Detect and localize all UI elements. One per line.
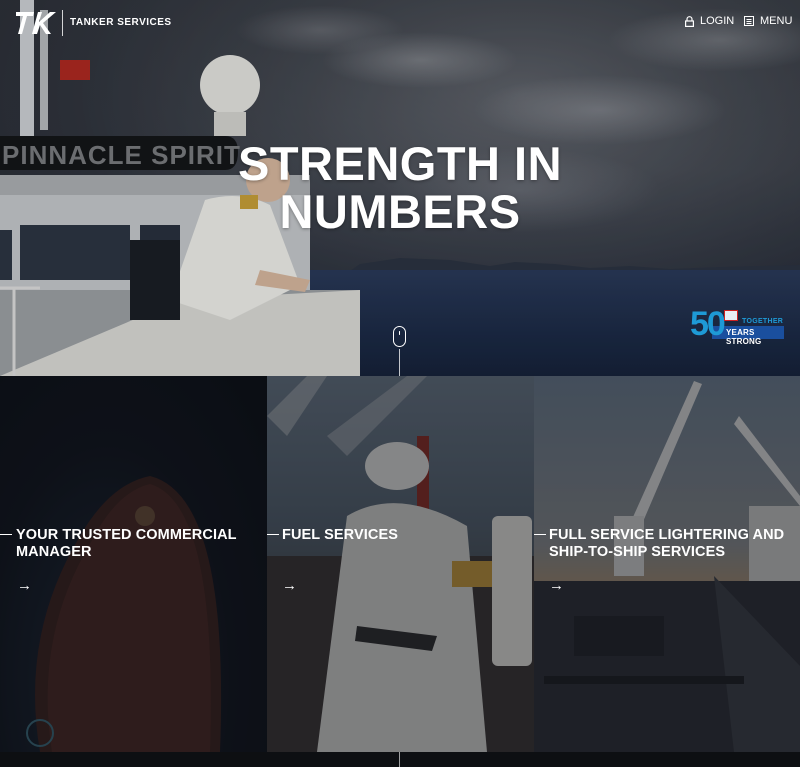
scroll-line [399, 349, 400, 376]
card-title: FULL SERVICE LIGHTERING AND SHIP-TO-SHIP… [549, 527, 785, 560]
menu-button[interactable]: MENU [744, 15, 792, 27]
hero-title-line-2: NUMBERS [279, 185, 521, 238]
site-header: TANKER SERVICES LOGIN MENU [0, 0, 800, 46]
badge-top-text: TOGETHER [742, 318, 784, 325]
hero-title-line-1: STRENGTH IN [237, 137, 563, 190]
lock-icon [685, 15, 694, 27]
login-label: LOGIN [700, 15, 735, 27]
login-link[interactable]: LOGIN [685, 15, 734, 27]
flag-icon [724, 310, 738, 321]
card-overlay [534, 376, 800, 752]
service-card-lightering[interactable]: FULL SERVICE LIGHTERING AND SHIP-TO-SHIP… [534, 376, 800, 752]
arrow-right-icon[interactable]: → [282, 578, 297, 593]
badge-bottom-text: YEARS STRONG [726, 328, 762, 346]
hero-title: STRENGTH IN NUMBERS [0, 140, 800, 236]
hero-section: PINNACLE SPIRIT STRENGTH IN NUMBERS 50 T… [0, 0, 800, 376]
fifty-years-badge: 50 TOGETHER YEARS STRONG [690, 305, 786, 346]
badge-number: 50 [690, 305, 726, 343]
service-card-commercial-manager[interactable]: YOUR TRUSTED COMMERCIAL MANAGER → [0, 376, 267, 752]
arrow-right-icon[interactable]: → [549, 578, 564, 593]
services-cards: YOUR TRUSTED COMMERCIAL MANAGER → FUEL S… [0, 376, 800, 752]
card-dash [534, 534, 546, 535]
card-overlay [0, 376, 267, 752]
mouse-scroll-icon[interactable] [393, 326, 406, 347]
menu-icon [744, 16, 754, 26]
bottom-divider-line [399, 752, 400, 767]
tk-logo[interactable] [16, 10, 56, 36]
service-card-fuel-services[interactable]: FUEL SERVICES → [267, 376, 534, 752]
menu-label: MENU [760, 15, 793, 27]
bottom-strip [0, 752, 800, 767]
brand-name[interactable]: TANKER SERVICES [70, 17, 172, 28]
card-title: FUEL SERVICES [282, 527, 398, 543]
card-overlay [267, 376, 534, 752]
card-dash [267, 534, 279, 535]
card-title: YOUR TRUSTED COMMERCIAL MANAGER [16, 527, 237, 560]
logo-divider [62, 10, 63, 36]
arrow-right-icon[interactable]: → [17, 578, 32, 593]
card-dash [0, 534, 12, 535]
